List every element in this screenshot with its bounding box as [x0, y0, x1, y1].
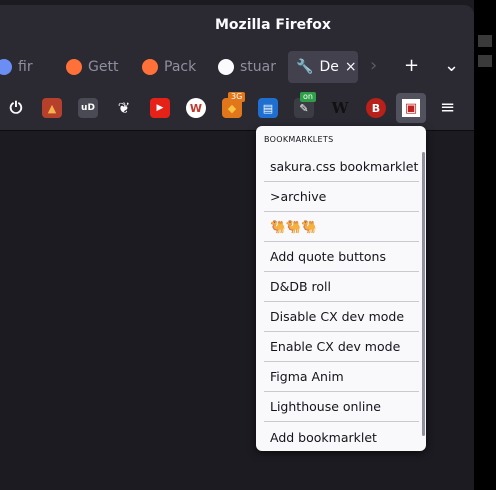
- tab-label: Pack: [164, 59, 197, 75]
- bookmarklet-item[interactable]: Disable CX dev mode: [264, 302, 419, 332]
- tab-1[interactable]: fir: [0, 51, 46, 83]
- bookmarklet-item[interactable]: 🐫🐫🐫: [264, 212, 419, 242]
- bitwarden-icon[interactable]: B: [366, 98, 386, 118]
- w-circle-icon[interactable]: W: [186, 98, 206, 118]
- panel-arrow: [403, 126, 421, 135]
- list-all-tabs-button[interactable]: ⌄: [444, 55, 459, 77]
- tab-label: De: [319, 59, 339, 75]
- background-desktop-edge: [474, 0, 496, 490]
- bookmarklet-item[interactable]: Enable CX dev mode: [264, 332, 419, 362]
- app-menu-button[interactable]: ≡: [440, 97, 455, 118]
- desktop-fragment: [478, 35, 492, 47]
- tab-4[interactable]: stuar: [218, 51, 276, 83]
- tab-label: stuar: [240, 59, 276, 75]
- bookmarklet-item[interactable]: sakura.css bookmarklet: [264, 152, 419, 182]
- navigation-toolbar: ⏻ ▲ uD ❦ ▶ W ◆ 3G ▤ ✎ on W B ▣ ≡: [0, 90, 474, 131]
- bookmarklets-button[interactable]: ▣: [396, 93, 426, 123]
- window-title: Mozilla Firefox: [215, 17, 331, 33]
- bookmarklets-icon: ▣: [402, 99, 420, 117]
- tab-label: Gett: [88, 59, 119, 75]
- bookmarklet-item[interactable]: D&DB roll: [264, 272, 419, 302]
- new-tab-button[interactable]: +: [404, 55, 419, 77]
- gnome-paw-icon[interactable]: ❦: [114, 98, 134, 118]
- ublock-icon[interactable]: uD: [78, 98, 98, 118]
- bookmarklet-item[interactable]: >archive: [264, 182, 419, 212]
- github-icon: [218, 59, 234, 75]
- bookmarklet-item[interactable]: Add quote buttons: [264, 242, 419, 272]
- youtube-icon[interactable]: ▶: [150, 98, 170, 118]
- close-tab-button[interactable]: ×: [345, 59, 357, 75]
- firefox-icon: [142, 59, 158, 75]
- firefox-icon: [66, 59, 82, 75]
- sleep-zz-icon: [0, 59, 12, 75]
- fox-extension-icon[interactable]: ▲: [42, 98, 62, 118]
- wikipedia-icon[interactable]: W: [330, 98, 350, 118]
- power-icon[interactable]: ⏻: [6, 98, 26, 118]
- tab-2[interactable]: Gett: [66, 51, 122, 83]
- badge-3g: 3G: [228, 92, 246, 102]
- desktop-fragment: [478, 55, 492, 67]
- wrench-icon: 🔧: [296, 59, 314, 75]
- bookmarklet-item[interactable]: Add bookmarklet: [264, 422, 419, 451]
- tab-3[interactable]: Pack: [142, 51, 198, 83]
- tab-label: fir: [18, 59, 33, 75]
- title-bar[interactable]: Mozilla Firefox: [0, 5, 474, 45]
- badge-on: on: [300, 92, 316, 102]
- bookmarklet-list: sakura.css bookmarklet >archive 🐫🐫🐫 Add …: [264, 152, 419, 451]
- bookmarklet-item[interactable]: Lighthouse online: [264, 392, 419, 422]
- bookmarklets-panel: BOOKMARKLETS sakura.css bookmarklet >arc…: [256, 126, 426, 451]
- panel-title: BOOKMARKLETS: [264, 135, 334, 144]
- scroll-tabs-right-button[interactable]: ›: [370, 55, 377, 77]
- tab-5-active[interactable]: 🔧 De ×: [288, 51, 358, 83]
- notes-icon[interactable]: ▤: [258, 98, 278, 118]
- panel-scrollbar[interactable]: [422, 152, 425, 436]
- bookmarklet-item[interactable]: Figma Anim: [264, 362, 419, 392]
- tab-bar: fir Gett Pack stuar 🔧 De × › + ⌄: [0, 45, 474, 90]
